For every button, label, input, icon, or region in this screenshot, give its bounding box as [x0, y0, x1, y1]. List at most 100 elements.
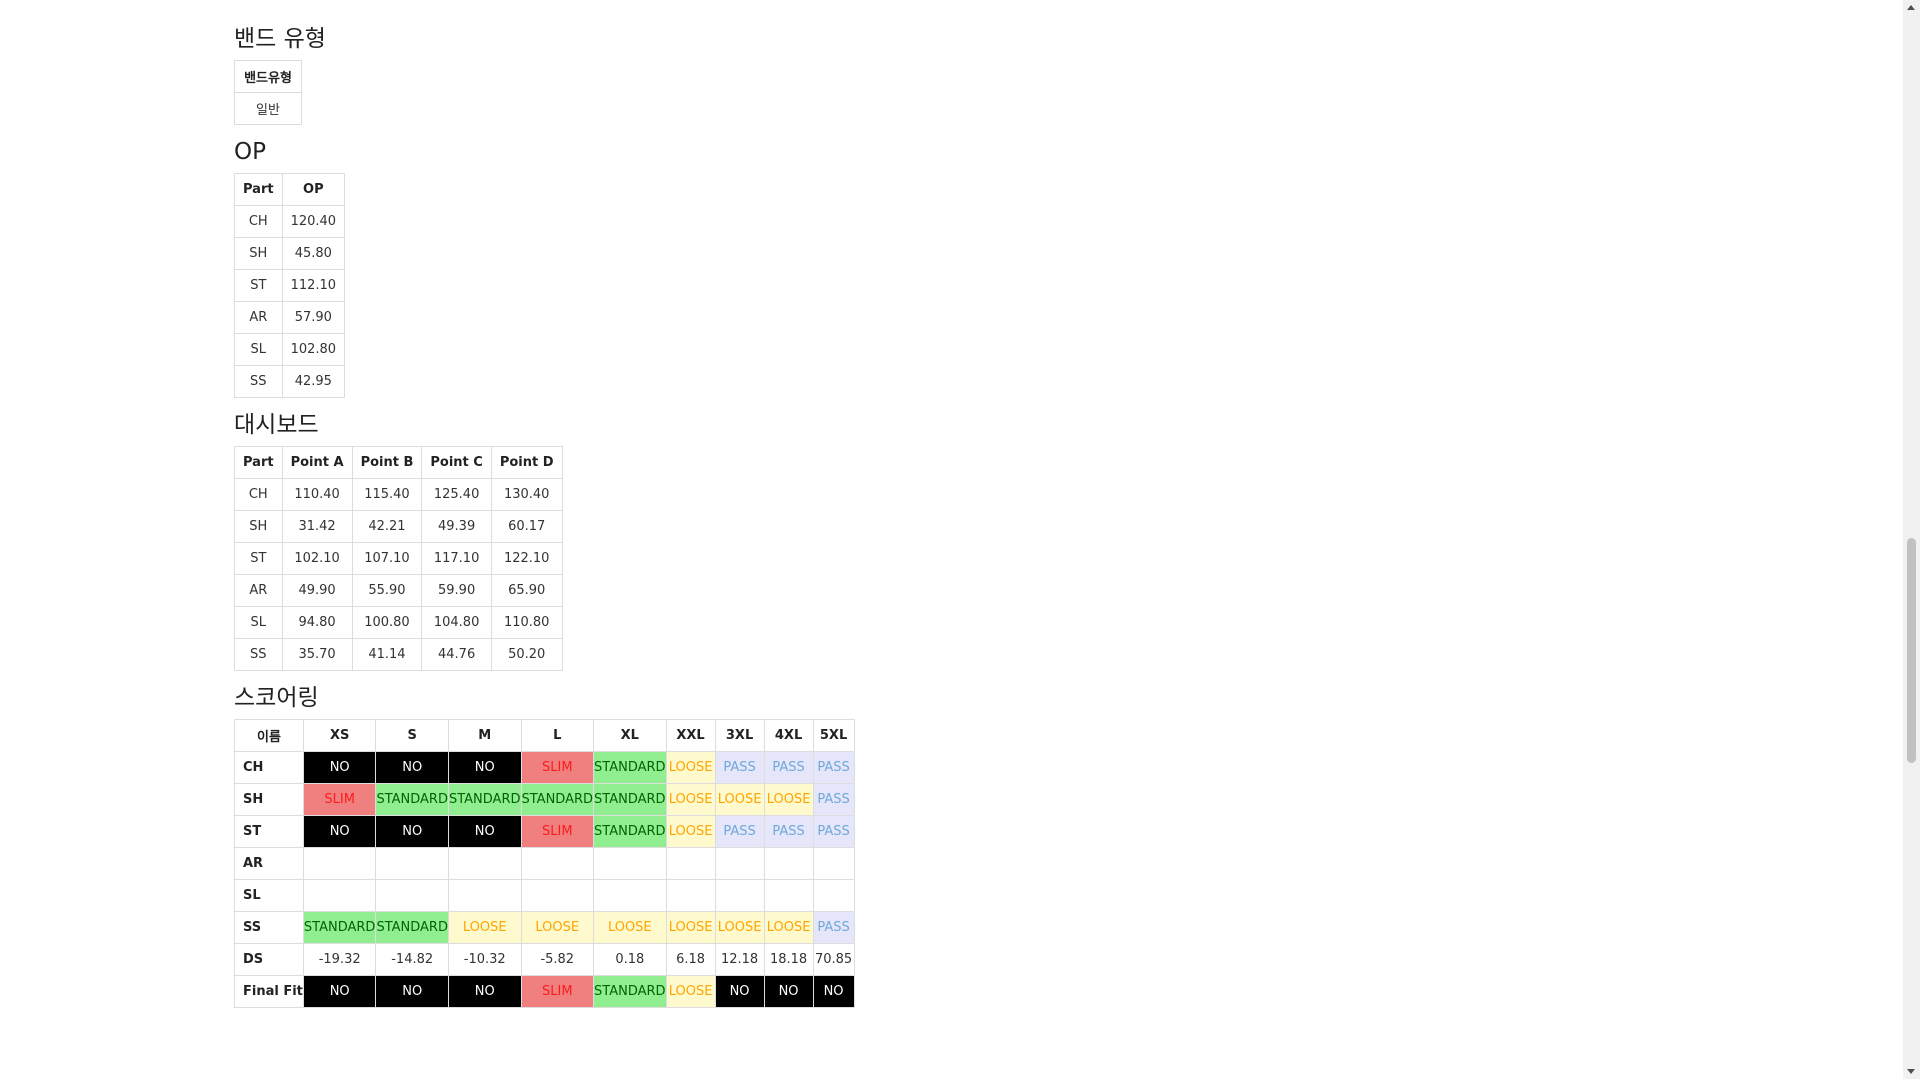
table-row: SH SLIM STANDARD STANDARD STANDARD STANDARD LO… — [234, 783, 855, 816]
table-cell: LOOSE — [763, 911, 814, 944]
row-label: AR — [234, 301, 283, 334]
table-cell: 49.39 — [421, 510, 492, 543]
table-cell: 44.76 — [421, 638, 492, 671]
table-row: CH 120.40 — [234, 205, 346, 238]
column-header: XS — [302, 719, 377, 752]
table-row: AR 49.90 55.90 59.90 65.90 — [234, 574, 563, 607]
table-cell: 35.70 — [281, 638, 353, 671]
table-cell: -10.32 — [447, 943, 522, 976]
table-cell: NO — [714, 975, 765, 1008]
row-label: DS — [234, 943, 304, 976]
table-cell: 42.95 — [281, 365, 346, 398]
column-header: 5XL — [812, 719, 855, 752]
table-row: AR — [234, 847, 855, 880]
table-cell: LOOSE — [520, 911, 595, 944]
row-label: SH — [234, 237, 283, 270]
table-cell: 107.10 — [351, 542, 423, 575]
table-cell: NO — [447, 975, 522, 1008]
table-cell: 45.80 — [281, 237, 346, 270]
table-cell: 130.40 — [490, 478, 563, 511]
table-cell: 104.80 — [421, 606, 492, 639]
table-cell: -5.82 — [520, 943, 595, 976]
column-header: 4XL — [763, 719, 814, 752]
table-cell — [593, 879, 667, 912]
table-cell: STANDARD — [593, 975, 667, 1008]
op-heading: OP — [234, 139, 266, 165]
column-header: Point A — [281, 446, 353, 479]
table-cell: LOOSE — [665, 975, 716, 1008]
row-label: SH — [234, 783, 304, 816]
column-header: 3XL — [714, 719, 765, 752]
table-cell — [447, 847, 522, 880]
table-cell: STANDARD — [520, 783, 595, 816]
table-cell — [714, 879, 765, 912]
row-label: SS — [234, 911, 304, 944]
column-header: XL — [593, 719, 667, 752]
dashboard-heading: 대시보드 — [234, 412, 319, 438]
table-cell: 55.90 — [351, 574, 423, 607]
table-cell: 122.10 — [490, 542, 563, 575]
table-cell: 100.80 — [351, 606, 423, 639]
table-cell: SLIM — [520, 975, 595, 1008]
row-label: SH — [234, 510, 283, 543]
table-cell — [447, 879, 522, 912]
row-label: AR — [234, 574, 283, 607]
table-row: ST 102.10 107.10 117.10 122.10 — [234, 542, 563, 575]
table-row: AR 57.90 — [234, 301, 346, 334]
table-cell: 42.21 — [351, 510, 423, 543]
table-cell: LOOSE — [665, 783, 716, 816]
scroll-down-arrow-icon[interactable] — [1907, 1069, 1915, 1074]
table-cell — [593, 847, 667, 880]
row-label: AR — [234, 847, 304, 880]
table-cell: LOOSE — [665, 911, 716, 944]
table-cell: 125.40 — [421, 478, 492, 511]
table-cell: NO — [763, 975, 814, 1008]
table-row: ST 112.10 — [234, 269, 346, 302]
scrollbar-thumb[interactable] — [1907, 538, 1916, 763]
dashboard-table: Part Point A Point B Point C Point D CH 110.4… — [234, 446, 563, 671]
column-header: 이름 — [234, 719, 304, 752]
table-row: SL 94.80 100.80 104.80 110.80 — [234, 606, 563, 639]
table-cell: PASS — [763, 751, 814, 784]
table-header-row: 이름 XS S M L XL XXL 3XL 4XL 5XL — [234, 719, 855, 752]
table-cell: 57.90 — [281, 301, 346, 334]
table-cell: NO — [447, 751, 522, 784]
table-cell: STANDARD — [302, 911, 377, 944]
table-header-row: Part Point A Point B Point C Point D — [234, 446, 563, 479]
table-cell: 50.20 — [490, 638, 563, 671]
table-cell: 70.85 — [812, 943, 855, 976]
table-cell: PASS — [812, 783, 855, 816]
table-cell: PASS — [812, 751, 855, 784]
table-cell: 120.40 — [281, 205, 346, 238]
table-cell — [763, 879, 814, 912]
row-label: Final Fit — [234, 975, 304, 1008]
table-cell: LOOSE — [447, 911, 522, 944]
column-header: Point B — [351, 446, 423, 479]
row-label: ST — [234, 269, 283, 302]
table-cell: 12.18 — [714, 943, 765, 976]
table-cell: NO — [375, 751, 449, 784]
table-cell: 102.80 — [281, 333, 346, 366]
table-cell: SLIM — [302, 783, 377, 816]
column-header: Part — [234, 173, 283, 206]
vertical-scrollbar[interactable] — [1903, 0, 1920, 1079]
table-cell: NO — [302, 975, 377, 1008]
row-label: CH — [234, 751, 304, 784]
table-cell: LOOSE — [714, 911, 765, 944]
table-cell: NO — [302, 815, 377, 848]
row-label: CH — [234, 205, 283, 238]
page-content: 밴드 유형 밴드유형 일반 OP Part OP CH 120.40 SH 45.80 S… — [234, 0, 1884, 1008]
table-cell: 112.10 — [281, 269, 346, 302]
op-table: Part OP CH 120.40 SH 45.80 ST 112.10 AR 57.90 SL 1… — [234, 173, 346, 398]
column-header: L — [520, 719, 595, 752]
table-cell — [763, 847, 814, 880]
table-cell — [520, 879, 595, 912]
table-row: CH NO NO NO SLIM STANDARD LOOSE PASS PASS PASS — [234, 751, 855, 784]
table-row: SS 35.70 41.14 44.76 50.20 — [234, 638, 563, 671]
table-header-row: 밴드유형 — [234, 60, 302, 93]
scroll-up-arrow-icon[interactable] — [1907, 5, 1915, 10]
table-cell: -19.32 — [302, 943, 377, 976]
table-cell: 31.42 — [281, 510, 353, 543]
table-cell: NO — [812, 975, 855, 1008]
table-row: ST NO NO NO SLIM STANDARD LOOSE PASS PASS PASS — [234, 815, 855, 848]
